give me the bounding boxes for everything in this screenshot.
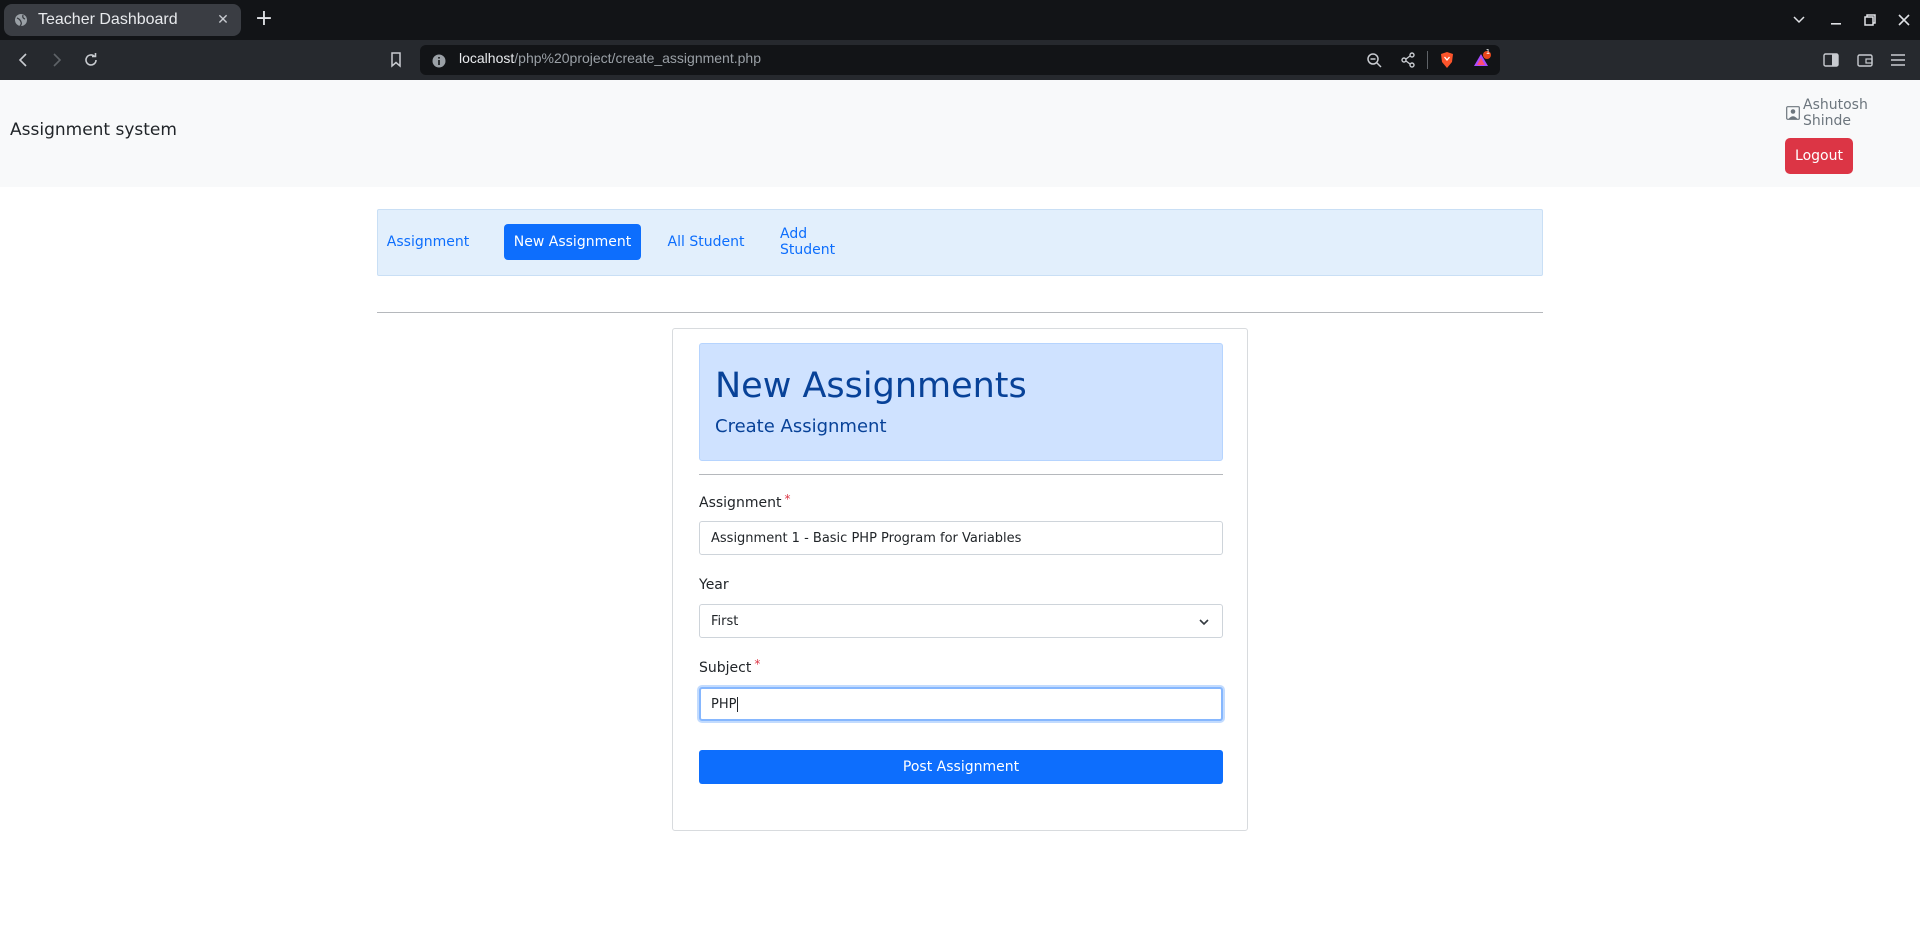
form-subtitle: Create Assignment (715, 416, 887, 437)
user-icon (1786, 106, 1800, 120)
year-value: First (711, 613, 739, 629)
subject-label: Subject * (699, 657, 761, 676)
bookmark-icon[interactable] (384, 48, 408, 72)
site-header: Assignment system Ashutosh Shinde Logout (0, 80, 1920, 187)
required-marker: * (754, 657, 761, 671)
assignment-value: Assignment 1 - Basic PHP Program for Var… (711, 530, 1022, 546)
nav-item-assignment[interactable]: Assignment (387, 224, 469, 260)
toolbar-divider (1427, 51, 1428, 69)
url-text: localhost/php%20project/create_assignmen… (459, 50, 761, 66)
chevron-down-icon (1198, 616, 1210, 628)
subject-value: PHP (711, 696, 737, 712)
browser-tab[interactable]: Teacher Dashboard ✕ (4, 4, 241, 36)
page-content: Assignment system Ashutosh Shinde Logout… (0, 80, 1920, 932)
site-info-icon[interactable] (432, 53, 446, 68)
text-caret (737, 696, 739, 712)
tab-close-icon[interactable]: ✕ (215, 12, 231, 28)
tab-list-chevron-icon[interactable] (1787, 8, 1811, 32)
browser-tab-strip: Teacher Dashboard ✕ + (0, 0, 1920, 40)
reload-icon[interactable] (79, 48, 103, 72)
forward-icon[interactable] (45, 48, 69, 72)
address-bar[interactable]: localhost/php%20project/create_assignmen… (420, 45, 1500, 75)
form-title: New Assignments (715, 366, 1027, 406)
menu-icon[interactable] (1887, 49, 1909, 71)
wallet-icon[interactable] (1854, 49, 1876, 71)
brave-rewards-icon[interactable]: 1 (1471, 48, 1493, 71)
nav-item-all-student[interactable]: All Student (666, 224, 746, 260)
year-label: Year (699, 577, 729, 593)
assignment-label: Assignment * (699, 492, 791, 511)
share-icon[interactable] (1397, 49, 1419, 71)
year-select[interactable]: First (699, 604, 1223, 638)
rewards-badge: 1 (1485, 48, 1491, 56)
brave-shield-icon[interactable] (1436, 49, 1458, 71)
back-icon[interactable] (11, 48, 35, 72)
new-tab-button[interactable]: + (252, 8, 276, 32)
logout-button[interactable]: Logout (1785, 138, 1853, 174)
required-marker: * (784, 492, 791, 506)
brand-title[interactable]: Assignment system (10, 120, 177, 140)
restore-icon[interactable] (1858, 8, 1882, 32)
nav-item-add-student[interactable]: Add Student (780, 224, 864, 260)
tab-title: Teacher Dashboard (38, 11, 178, 28)
user-name: Ashutosh Shinde (1803, 97, 1868, 129)
form-divider (699, 474, 1223, 475)
assignment-input[interactable]: Assignment 1 - Basic PHP Program for Var… (699, 521, 1223, 555)
post-assignment-button[interactable]: Post Assignment (699, 750, 1223, 784)
zoom-out-icon[interactable] (1363, 49, 1385, 71)
user-info: Ashutosh Shinde (1786, 97, 1920, 129)
sidebar-toggle-icon[interactable] (1820, 49, 1842, 71)
window-close-icon[interactable] (1892, 8, 1916, 32)
assignment-form-card: New Assignments Create Assignment Assign… (672, 328, 1248, 831)
nav-item-new-assignment[interactable]: New Assignment (504, 224, 641, 260)
globe-icon (14, 13, 28, 27)
main-nav: Assignment New Assignment All Student Ad… (377, 209, 1543, 276)
divider (377, 312, 1543, 313)
form-header-panel: New Assignments Create Assignment (699, 343, 1223, 461)
subject-input[interactable]: PHP (699, 687, 1223, 721)
minimize-icon[interactable] (1824, 8, 1848, 32)
